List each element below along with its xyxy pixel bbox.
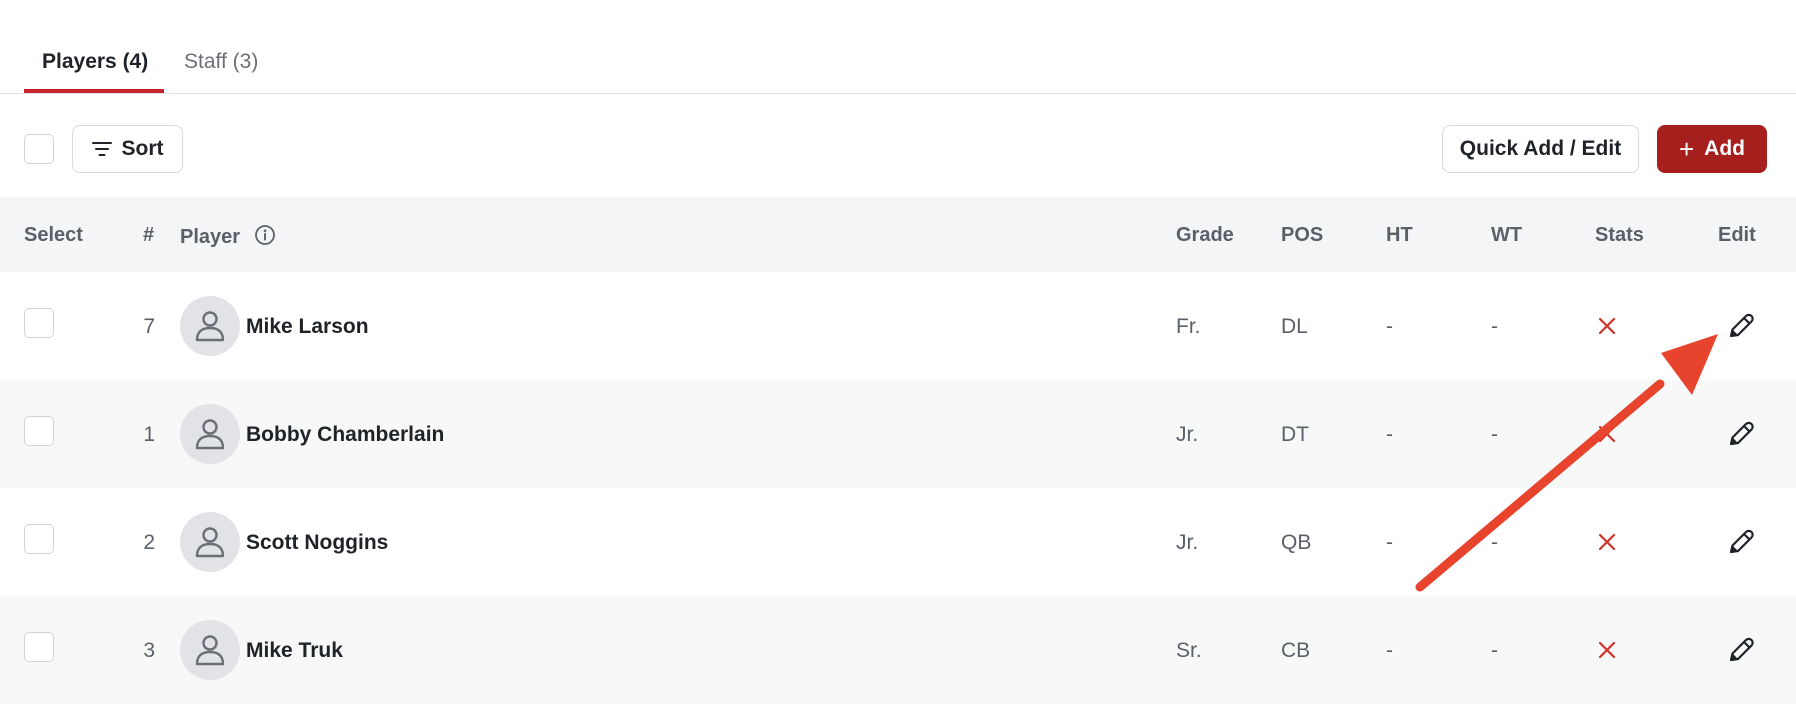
player-ht: -	[1386, 639, 1393, 662]
add-button[interactable]: + Add	[1657, 125, 1767, 173]
info-circle-icon[interactable]	[254, 224, 276, 246]
player-name[interactable]: Mike Truk	[246, 639, 343, 663]
player-grade: Sr.	[1176, 639, 1202, 662]
add-button-label: Add	[1704, 137, 1745, 160]
user-icon	[195, 527, 225, 558]
user-icon	[195, 419, 225, 450]
pencil-icon[interactable]	[1725, 634, 1757, 666]
user-icon	[195, 311, 225, 342]
header-wt: WT	[1491, 224, 1523, 246]
player-ht: -	[1386, 423, 1393, 446]
pencil-icon[interactable]	[1725, 526, 1757, 558]
table-row: 1 Bobby Chamberlain Jr. DT - -	[0, 380, 1796, 488]
player-ht: -	[1386, 531, 1393, 554]
player-ht: -	[1386, 315, 1393, 338]
filter-lines-icon	[91, 142, 112, 156]
player-number: 7	[143, 315, 155, 338]
row-select-checkbox[interactable]	[24, 632, 54, 662]
header-stats: Stats	[1595, 224, 1644, 246]
quick-add-edit-button[interactable]: Quick Add / Edit	[1442, 125, 1639, 173]
x-mark-icon	[1598, 317, 1616, 335]
tab-players[interactable]: Players (4)	[42, 50, 148, 74]
header-select: Select	[24, 224, 83, 246]
avatar	[180, 620, 240, 680]
pencil-icon[interactable]	[1725, 310, 1757, 342]
row-select-checkbox[interactable]	[24, 416, 54, 446]
header-grade: Grade	[1176, 224, 1234, 246]
player-name[interactable]: Scott Noggins	[246, 531, 388, 555]
table-row: 2 Scott Noggins Jr. QB - -	[0, 488, 1796, 596]
header-edit: Edit	[1718, 224, 1756, 246]
header-pos: POS	[1281, 224, 1324, 246]
user-icon	[195, 635, 225, 666]
player-number: 2	[143, 531, 155, 554]
player-wt: -	[1491, 639, 1498, 662]
tab-staff[interactable]: Staff (3)	[184, 50, 258, 74]
quick-add-edit-label: Quick Add / Edit	[1459, 137, 1622, 160]
x-mark-icon	[1598, 641, 1616, 659]
sort-button[interactable]: Sort	[72, 125, 183, 173]
player-pos: DL	[1281, 315, 1308, 338]
player-number: 1	[143, 423, 155, 446]
player-grade: Jr.	[1176, 423, 1199, 446]
x-mark-icon	[1598, 425, 1616, 443]
player-wt: -	[1491, 315, 1498, 338]
sort-button-label: Sort	[121, 137, 164, 160]
row-select-checkbox[interactable]	[24, 308, 54, 338]
header-player-label: Player	[180, 226, 241, 248]
table-row: 3 Mike Truk Sr. CB - -	[0, 596, 1796, 704]
player-name[interactable]: Bobby Chamberlain	[246, 423, 444, 447]
tab-bar: Players (4) Staff (3)	[0, 0, 1796, 94]
player-wt: -	[1491, 423, 1498, 446]
table-header: Select # Player Grade POS HT WT Stats Ed…	[0, 197, 1796, 272]
player-pos: DT	[1281, 423, 1309, 446]
player-number: 3	[143, 639, 155, 662]
avatar	[180, 512, 240, 572]
player-pos: CB	[1281, 639, 1311, 662]
select-all-checkbox[interactable]	[24, 134, 54, 164]
player-pos: QB	[1281, 531, 1312, 554]
row-select-checkbox[interactable]	[24, 524, 54, 554]
active-tab-indicator	[24, 89, 164, 93]
avatar	[180, 404, 240, 464]
player-grade: Fr.	[1176, 315, 1201, 338]
avatar	[180, 296, 240, 356]
plus-icon: +	[1678, 134, 1695, 164]
header-number: #	[143, 224, 155, 246]
header-player: Player	[180, 224, 276, 249]
header-ht: HT	[1386, 224, 1413, 246]
pencil-icon[interactable]	[1725, 418, 1757, 450]
table-row: 7 Mike Larson Fr. DL - -	[0, 272, 1796, 380]
x-mark-icon	[1598, 533, 1616, 551]
player-grade: Jr.	[1176, 531, 1199, 554]
player-name[interactable]: Mike Larson	[246, 315, 369, 339]
player-wt: -	[1491, 531, 1498, 554]
toolbar: Sort Quick Add / Edit + Add	[0, 94, 1796, 196]
